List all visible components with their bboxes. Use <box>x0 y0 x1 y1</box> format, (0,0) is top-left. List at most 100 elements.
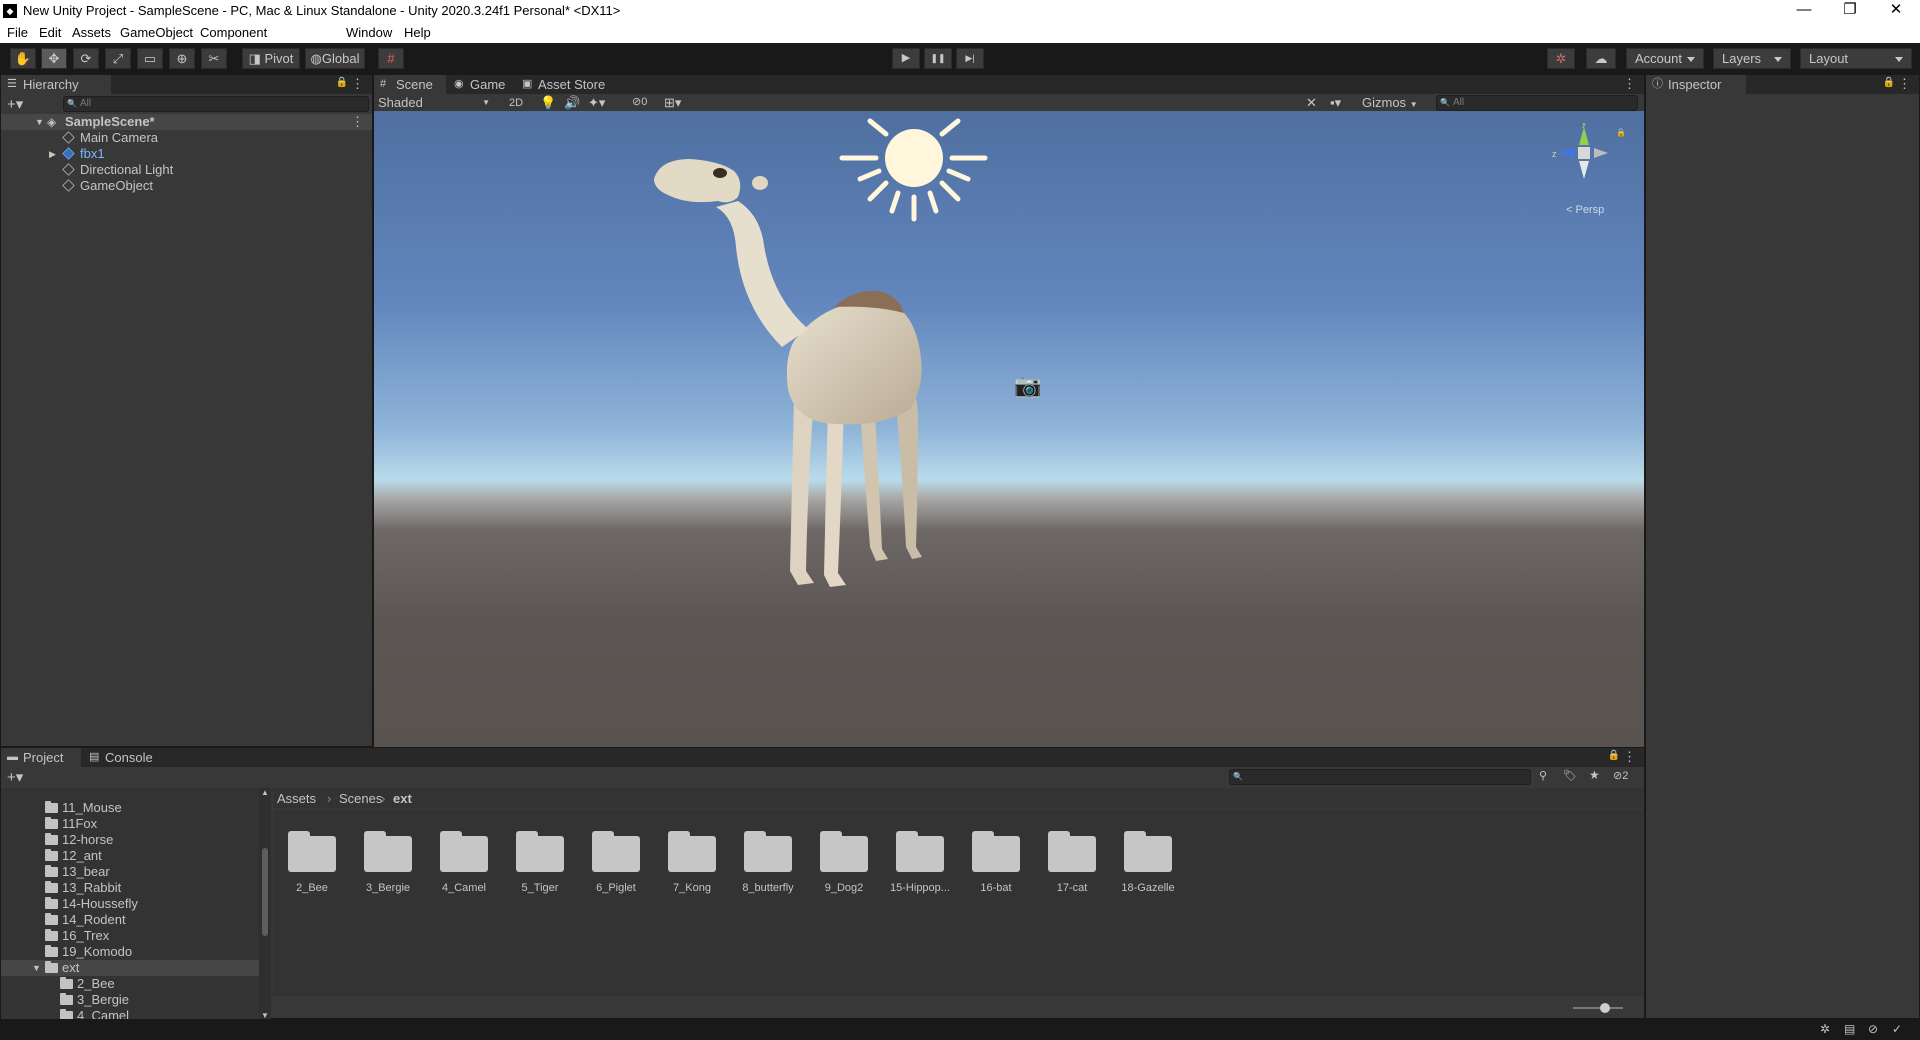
play-button[interactable]: ▶ <box>892 48 920 69</box>
menu-component[interactable]: Component <box>200 25 267 40</box>
minimize-button[interactable]: — <box>1781 0 1827 22</box>
layout-dropdown[interactable]: Layout <box>1800 48 1912 69</box>
scene-kebab-icon[interactable]: ⋮ <box>1623 76 1636 92</box>
tab-inspector[interactable]: ⓘ Inspector <box>1646 75 1746 94</box>
camera-gizmo-icon[interactable]: 📷 <box>1014 373 1041 399</box>
layers-dropdown[interactable]: Layers <box>1713 48 1791 69</box>
global-toggle[interactable]: ◍Global <box>305 48 365 69</box>
hand-tool-icon[interactable]: ✋ <box>10 48 36 69</box>
asset-folder-item[interactable]: 18-Gazelle <box>1113 828 1183 908</box>
project-search-input[interactable] <box>1229 769 1531 785</box>
account-dropdown[interactable]: Account <box>1626 48 1704 69</box>
hierarchy-item[interactable]: GameObject <box>1 178 372 194</box>
step-button[interactable]: ▶| <box>956 48 984 69</box>
menu-gameobject[interactable]: GameObject <box>120 25 193 40</box>
camera-settings-icon[interactable]: ▪▾ <box>1330 95 1341 111</box>
zoom-slider-track[interactable] <box>1573 1007 1623 1009</box>
tree-item[interactable]: 12_ant <box>1 848 259 864</box>
hierarchy-search-input[interactable]: All <box>63 96 369 112</box>
tree-item[interactable]: 19_Komodo <box>1 944 259 960</box>
collab-icon[interactable]: ✲ <box>1547 48 1575 69</box>
expand-arrow-icon[interactable]: ▼ <box>32 960 41 976</box>
menu-file[interactable]: File <box>7 25 28 40</box>
tab-hierarchy[interactable]: ☰ Hierarchy <box>1 75 111 94</box>
asset-folder-item[interactable]: 3_Bergie <box>353 828 423 908</box>
tree-item[interactable]: 14-Houssefly <box>1 896 259 912</box>
tree-item[interactable]: 11_Mouse <box>1 800 259 816</box>
asset-folder-item[interactable]: 8_butterfly <box>733 828 803 908</box>
expand-arrow-icon[interactable]: ▶ <box>49 146 56 162</box>
kebab-menu-icon[interactable]: ⋮ <box>351 76 364 92</box>
hidden-packages-icon[interactable]: ⊘2 <box>1613 769 1628 782</box>
kebab-menu-icon[interactable]: ⋮ <box>1898 76 1911 92</box>
asset-folder-item[interactable]: 4_Camel <box>429 828 499 908</box>
favorite-star-icon[interactable]: ★ <box>1589 768 1600 782</box>
asset-folder-item[interactable]: 7_Kong <box>657 828 727 908</box>
lighting-icon[interactable]: 💡 <box>540 95 556 111</box>
menu-edit[interactable]: Edit <box>39 25 61 40</box>
close-button[interactable]: ✕ <box>1873 0 1919 22</box>
hierarchy-item[interactable]: Main Camera <box>1 130 372 146</box>
grid-toggle-icon[interactable]: ⊞▾ <box>664 95 681 111</box>
effects-icon[interactable]: ✦▾ <box>588 95 605 111</box>
tab-game[interactable]: ◉ Game <box>448 75 514 94</box>
gizmo-lock-icon[interactable]: 🔒 <box>1616 128 1624 137</box>
auto-generate-lighting-icon[interactable]: ⊘ <box>1868 1022 1878 1036</box>
asset-folder-item[interactable]: 17-cat <box>1037 828 1107 908</box>
scrollbar-thumb[interactable] <box>262 848 268 936</box>
tab-console[interactable]: ▤ Console <box>83 748 163 767</box>
scene-row[interactable]: ▼ ◈ SampleScene* ⋮ <box>1 114 372 130</box>
kebab-menu-icon[interactable]: ⋮ <box>1623 749 1636 765</box>
tree-item[interactable]: 2_Bee <box>1 976 259 992</box>
grid-snap-icon[interactable]: # <box>378 48 404 69</box>
asset-folder-item[interactable]: 2_Bee <box>277 828 347 908</box>
hidden-objects-icon[interactable]: ⊘0 <box>632 95 647 108</box>
create-asset-button[interactable]: +▾ <box>7 768 23 786</box>
cloud-icon[interactable]: ☁ <box>1586 48 1616 69</box>
camel-model[interactable] <box>654 151 974 691</box>
tree-scrollbar[interactable]: ▲ ▼ <box>259 788 271 1020</box>
hierarchy-item[interactable]: Directional Light <box>1 162 372 178</box>
rect-tool-icon[interactable]: ▭ <box>137 48 163 69</box>
custom-tool-icon[interactable]: ✂ <box>201 48 227 69</box>
asset-folder-item[interactable]: 15-Hippop... <box>885 828 955 908</box>
scene-viewport[interactable]: 📷 y z 🔒 < Persp <box>374 111 1644 747</box>
scale-tool-icon[interactable]: ⤢ <box>105 48 131 69</box>
bug-icon[interactable]: ✲ <box>1820 1022 1830 1036</box>
tree-item[interactable]: 13_bear <box>1 864 259 880</box>
shading-mode-dropdown[interactable]: Shaded ▼ <box>378 95 494 111</box>
asset-folder-item[interactable]: 9_Dog2 <box>809 828 879 908</box>
menu-assets[interactable]: Assets <box>72 25 111 40</box>
scene-kebab-icon[interactable]: ⋮ <box>351 114 364 130</box>
add-object-button[interactable]: +▾ <box>7 95 23 113</box>
label-tag-icon[interactable]: 🏷 <box>1563 769 1577 782</box>
rotate-tool-icon[interactable]: ⟳ <box>73 48 99 69</box>
tree-item[interactable]: 12-horse <box>1 832 259 848</box>
lock-icon[interactable]: 🔒 <box>1883 77 1895 88</box>
2d-toggle[interactable]: 2D <box>504 95 528 111</box>
persp-label[interactable]: < Persp <box>1566 204 1604 216</box>
breadcrumb-ext[interactable]: ext <box>393 791 412 806</box>
progress-check-icon[interactable]: ✓ <box>1892 1022 1902 1036</box>
move-tool-icon[interactable]: ✥ <box>41 48 67 69</box>
asset-folder-item[interactable]: 6_Piglet <box>581 828 651 908</box>
asset-folder-item[interactable]: 16-bat <box>961 828 1031 908</box>
tab-scene[interactable]: # Scene <box>374 75 446 94</box>
zoom-slider-thumb[interactable] <box>1600 1003 1610 1013</box>
scene-search-input[interactable]: All <box>1436 95 1638 111</box>
transform-tool-icon[interactable]: ⊕ <box>169 48 195 69</box>
breadcrumb-scenes[interactable]: Scenes <box>339 791 382 806</box>
tree-item[interactable]: 16_Trex <box>1 928 259 944</box>
tree-item[interactable]: 3_Bergie <box>1 992 259 1008</box>
tab-project[interactable]: ▬ Project <box>1 748 81 767</box>
restore-button[interactable]: ❐ <box>1827 0 1873 22</box>
hierarchy-item[interactable]: ▶ fbx1 <box>1 146 372 162</box>
breadcrumb-assets[interactable]: Assets <box>277 791 316 806</box>
lock-icon[interactable]: 🔒 <box>1608 750 1620 761</box>
pause-button[interactable]: ❚❚ <box>924 48 952 69</box>
scroll-up-icon[interactable]: ▲ <box>261 788 269 797</box>
tab-asset-store[interactable]: ▣ Asset Store <box>516 75 616 94</box>
tree-item[interactable]: 13_Rabbit <box>1 880 259 896</box>
orientation-gizmo[interactable]: y z 🔒 <box>1544 123 1624 185</box>
expand-arrow-icon[interactable]: ▼ <box>35 114 44 130</box>
